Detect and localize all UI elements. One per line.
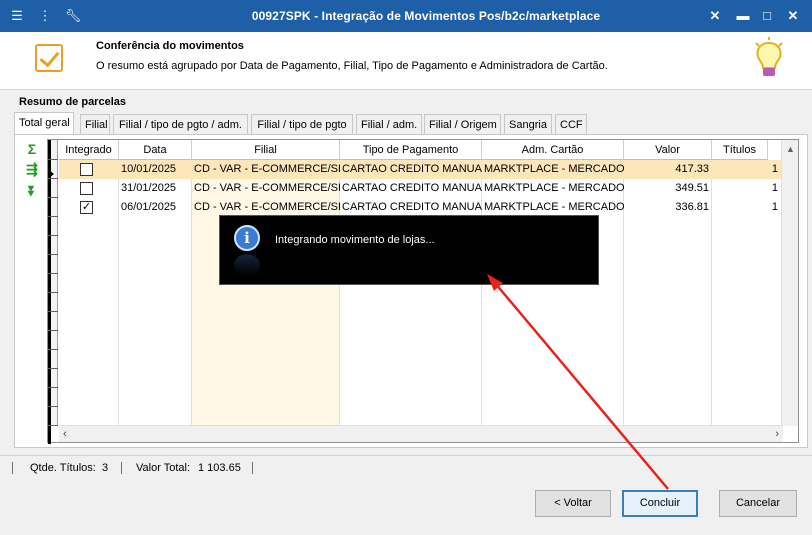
indicator-cell <box>48 388 58 407</box>
export-icon[interactable]: ⇶ <box>23 161 41 177</box>
header-title: Conferência do movimentos <box>96 40 244 52</box>
info-icon: i <box>234 225 260 251</box>
valor-total-label: Valor Total: <box>136 462 191 474</box>
section-title: Resumo de parcelas <box>19 96 126 108</box>
close-icon[interactable]: ✕ <box>705 7 725 25</box>
progress-popup: i Integrando movimento de lojas... <box>219 215 599 285</box>
status-separator <box>121 462 122 474</box>
qtde-titulos-value: 3 <box>102 462 109 474</box>
tab-filial-adm[interactable]: Filial / adm. <box>356 114 422 134</box>
collapse-icon[interactable]: ⏬︎ <box>23 183 41 199</box>
indicator-cell <box>48 312 58 331</box>
cell-data: 06/01/2025 <box>121 201 177 213</box>
indicator-cell <box>48 198 58 217</box>
status-separator <box>12 462 13 474</box>
wizard-footer: < Voltar Concluir Cancelar <box>0 479 812 535</box>
tab-filial-tipo-pgto-adm[interactable]: Filial / tipo de pgto / adm. <box>113 114 248 134</box>
integrado-checkbox-checked[interactable]: ✓ <box>80 201 93 214</box>
cell-titulos: 1 <box>771 182 778 194</box>
column-header-filial[interactable]: Filial <box>192 140 340 160</box>
status-separator <box>252 462 253 474</box>
integrado-checkbox[interactable] <box>80 163 93 176</box>
cancel-button[interactable]: Cancelar <box>719 490 797 517</box>
menu-icon[interactable]: ☰ <box>8 8 26 24</box>
cell-valor: 349.51 <box>675 182 709 194</box>
header-subtitle: O resumo está agrupado por Data de Pagam… <box>96 60 608 72</box>
indicator-cell <box>48 331 58 350</box>
maximize-button[interactable]: □ <box>757 7 777 25</box>
close-button[interactable]: ✕ <box>783 7 803 25</box>
indicator-cell <box>48 369 58 388</box>
column-header-data[interactable]: Data <box>119 140 192 160</box>
column-header-titulos[interactable]: Títulos <box>712 140 768 160</box>
indicator-cell <box>48 350 58 369</box>
lightbulb-icon <box>755 37 783 76</box>
cell-adm-cartao: MARKTPLACE - MERCADOLIV <box>484 182 624 194</box>
info-icon-reflection <box>234 254 260 276</box>
indicator-cell <box>48 274 58 293</box>
tab-filial-origem[interactable]: Filial / Origem <box>424 114 501 134</box>
status-bar: Qtde. Títulos: 3 Valor Total: 1 103.65 <box>0 455 812 479</box>
row-indicator-column <box>48 140 58 444</box>
tab-panel: Σ ⇶ ⏬︎ Integrado Data Filial Tipo de Pag… <box>14 134 808 448</box>
scroll-right-icon[interactable]: › <box>775 428 779 440</box>
indicator-cell <box>48 255 58 274</box>
checkbox-check-icon <box>35 44 63 72</box>
data-grid: Integrado Data Filial Tipo de Pagamento … <box>47 139 799 444</box>
cell-titulos: 1 <box>771 163 778 175</box>
horizontal-scrollbar[interactable]: ‹ › <box>59 425 783 442</box>
popup-message: Integrando movimento de lojas... <box>275 234 435 246</box>
indicator-cell <box>48 217 58 236</box>
indicator-cell <box>48 407 58 426</box>
scroll-left-icon[interactable]: ‹ <box>63 428 67 440</box>
cell-filial: CD - VAR - E-COMMERCE/SP <box>194 182 340 194</box>
sum-icon[interactable]: Σ <box>23 141 41 157</box>
cell-data: 31/01/2025 <box>121 182 177 194</box>
minimize-button[interactable]: ▬ <box>733 7 753 25</box>
column-header-valor[interactable]: Valor <box>624 140 712 160</box>
vertical-scrollbar[interactable]: ▲ <box>781 140 798 426</box>
indicator-cell <box>48 293 58 312</box>
cell-adm-cartao: MARKTPLACE - MERCADOLIV <box>484 163 624 175</box>
column-header-adm-cartao[interactable]: Adm. Cartão <box>482 140 624 160</box>
qtde-titulos-label: Qtde. Títulos: <box>30 462 96 474</box>
cell-valor: 336.81 <box>675 201 709 213</box>
wizard-header: Conferência do movimentos O resumo está … <box>0 32 812 90</box>
cell-tipo-pagamento: CARTAO CREDITO MANUAL <box>342 182 482 194</box>
cell-data: 10/01/2025 <box>121 163 177 175</box>
cell-tipo-pagamento: CARTAO CREDITO MANUAL <box>342 163 482 175</box>
indicator-cell <box>48 236 58 255</box>
column-header-integrado[interactable]: Integrado <box>59 140 119 160</box>
window-title: 00927SPK - Integração de Movimentos Pos/… <box>251 9 601 23</box>
title-bar: ☰ ⋮ 🔧︎ 00927SPK - Integração de Moviment… <box>0 0 812 32</box>
cell-filial: CD - VAR - E-COMMERCE/SP <box>194 163 340 175</box>
cell-valor: 417.33 <box>675 163 709 175</box>
indicator-cell <box>48 179 58 198</box>
current-row-pointer-icon <box>49 170 54 178</box>
integrado-checkbox[interactable] <box>80 182 93 195</box>
conclude-button[interactable]: Concluir <box>622 490 698 517</box>
table-row[interactable]: 10/01/2025 CD - VAR - E-COMMERCE/SP CART… <box>59 160 783 179</box>
cell-titulos: 1 <box>771 201 778 213</box>
tab-sangria[interactable]: Sangria <box>504 114 552 134</box>
back-button[interactable]: < Voltar <box>535 490 611 517</box>
tab-ccf[interactable]: CCF <box>555 114 587 134</box>
table-row[interactable]: 31/01/2025 CD - VAR - E-COMMERCE/SP CART… <box>59 179 783 198</box>
tab-filial[interactable]: Filial <box>80 114 110 134</box>
tab-total-geral[interactable]: Total geral <box>14 112 74 134</box>
column-header-tipo-pagamento[interactable]: Tipo de Pagamento <box>340 140 482 160</box>
wrench-icon[interactable]: 🔧︎ <box>64 8 82 24</box>
valor-total-value: 1 103.65 <box>198 462 241 474</box>
scroll-up-icon[interactable]: ▲ <box>786 144 795 154</box>
tab-filial-tipo-pgto[interactable]: Filial / tipo de pgto <box>251 114 353 134</box>
indicator-header <box>48 140 58 160</box>
traffic-light-icon[interactable]: ⋮ <box>36 8 54 24</box>
